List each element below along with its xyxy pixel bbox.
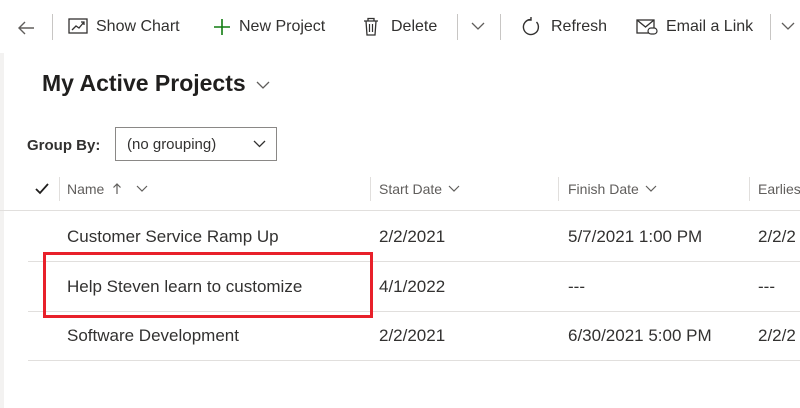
chevron-down-icon [471,22,485,30]
show-chart-button[interactable]: Show Chart [68,0,180,53]
sort-ascending-icon [113,183,122,194]
chart-icon [68,17,88,34]
email-link-icon [636,18,658,35]
new-project-label: New Project [239,17,326,35]
column-header-earliest[interactable]: Earlies [758,168,800,210]
chevron-down-icon [253,140,266,148]
checkmark-icon [35,183,49,195]
chevron-down-icon [781,22,795,30]
column-header-earliest-label: Earlies [758,181,800,197]
chevron-down-icon [448,185,460,192]
project-name-cell[interactable]: Software Development [67,311,239,360]
refresh-icon [522,16,540,35]
project-name-cell[interactable]: Customer Service Ramp Up [67,212,279,261]
view-selector[interactable]: My Active Projects [42,70,270,97]
left-panel-edge [0,53,4,408]
refresh-button[interactable]: Refresh [521,0,607,53]
page-title: My Active Projects [42,70,246,96]
group-by-label: Group By: [27,137,101,154]
start-date-cell: 2/2/2021 [379,226,446,246]
finish-date-cell: 6/30/2021 5:00 PM [568,325,712,345]
project-name-cell[interactable]: Help Steven learn to customize [67,262,302,311]
column-divider [558,177,559,201]
refresh-label: Refresh [551,17,608,35]
earliest-cell: 2/2/2 [758,325,796,345]
trash-icon [364,17,378,36]
email-link-button[interactable]: Email a Link [636,0,753,53]
finish-date-cell: 5/7/2021 1:00 PM [568,226,703,246]
earliest-cell: --- [758,276,775,296]
column-header-finish-date[interactable]: Finish Date [568,168,657,210]
select-all-checkbox[interactable] [35,168,49,210]
table-row[interactable]: Software Development 2/2/2021 6/30/2021 … [28,311,800,361]
toolbar-divider [770,14,771,40]
more-commands-button[interactable] [781,0,795,53]
column-header-name-label: Name [67,181,105,197]
group-by-value: (no grouping) [127,136,217,153]
column-header-start-date-label: Start Date [379,181,443,197]
column-divider [370,177,371,201]
delete-button[interactable]: Delete [363,0,437,53]
table-row[interactable]: Customer Service Ramp Up 2/2/2021 5/7/20… [28,212,800,262]
toolbar-divider [457,14,458,40]
toolbar-divider [500,14,501,40]
start-date-cell: 2/2/2021 [379,325,446,345]
start-date-cell: 4/1/2022 [379,276,446,296]
column-divider [59,177,60,201]
column-divider [749,177,750,201]
table-row[interactable]: Help Steven learn to customize 4/1/2022 … [28,262,800,312]
grid-header: Name Start Date Finish Date Earlies [0,168,800,211]
chevron-down-icon [645,185,657,192]
group-by-select[interactable]: (no grouping) [115,127,277,161]
chevron-down-icon [256,81,270,89]
chevron-down-icon [136,185,148,192]
back-arrow-icon [18,21,34,35]
column-header-start-date[interactable]: Start Date [379,168,460,210]
command-bar: Show Chart New Project Delete Refresh Em… [0,0,800,53]
plus-icon [214,18,230,35]
show-chart-label: Show Chart [96,17,180,35]
delete-label: Delete [391,17,438,35]
earliest-cell: 2/2/2 [758,226,796,246]
email-link-label: Email a Link [666,17,754,35]
column-header-name[interactable]: Name [67,168,148,210]
finish-date-cell: --- [568,276,585,296]
toolbar-divider [52,14,53,40]
column-header-finish-date-label: Finish Date [568,181,639,197]
more-delete-options-button[interactable] [471,0,485,53]
new-project-button[interactable]: New Project [213,0,325,53]
back-button[interactable] [10,12,42,44]
